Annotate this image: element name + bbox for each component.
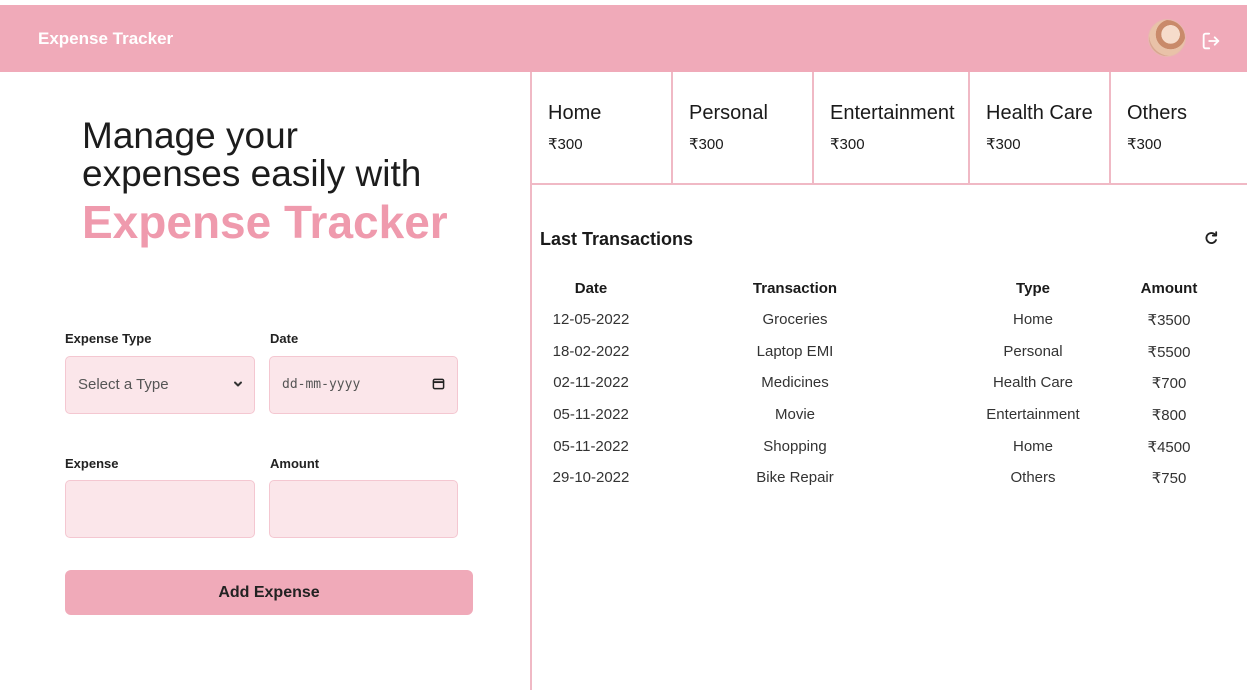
amount-label: Amount	[270, 456, 320, 471]
calendar-icon[interactable]	[432, 377, 445, 390]
cell-type: Home	[1012, 438, 1054, 455]
cell-amount: ₹700	[1151, 375, 1187, 392]
cell-date: 05-11-2022	[553, 438, 629, 455]
category-name: Personal	[689, 102, 768, 124]
add-expense-panel: Manage your expenses easily with Expense…	[0, 72, 530, 690]
column-header-type: Type	[1016, 280, 1050, 297]
amount-input[interactable]	[269, 480, 458, 538]
date-input[interactable]: dd-mm-yyyy	[269, 356, 458, 414]
category-name: Entertainment	[830, 102, 955, 124]
chevron-down-icon	[234, 381, 242, 387]
category-name: Home	[548, 102, 602, 124]
cell-type: Others	[1010, 469, 1056, 486]
category-name: Others	[1127, 102, 1188, 124]
category-card-health-care[interactable]: Health Care ₹300	[970, 72, 1111, 183]
date-label: Date	[270, 331, 299, 346]
expense-input[interactable]	[65, 480, 255, 538]
cell-transaction: Shopping	[763, 438, 827, 455]
column-header-amount: Amount	[1140, 280, 1198, 297]
category-name: Health Care	[986, 102, 1093, 124]
cell-amount: ₹5500	[1147, 344, 1191, 361]
category-card-others[interactable]: Others ₹300	[1111, 72, 1247, 183]
category-amount: ₹300	[689, 136, 724, 153]
app-title[interactable]: Expense Tracker	[38, 29, 173, 49]
cell-transaction: Laptop EMI	[756, 343, 834, 360]
cell-type: Health Care	[992, 374, 1074, 391]
column-header-transaction: Transaction	[752, 280, 838, 297]
category-amount: ₹300	[1127, 136, 1162, 153]
cell-date: 18-02-2022	[552, 343, 630, 360]
hero: Manage your expenses easily with Expense…	[82, 115, 502, 248]
cell-date: 12-05-2022	[552, 311, 630, 328]
category-amount: ₹300	[548, 136, 583, 153]
cell-amount: ₹750	[1151, 470, 1187, 487]
expense-type-label: Expense Type	[65, 331, 152, 346]
category-card-entertainment[interactable]: Entertainment ₹300	[814, 72, 970, 183]
cell-amount: ₹3500	[1147, 312, 1191, 329]
hero-line-1: Manage your	[82, 115, 298, 156]
cell-type: Entertainment	[986, 406, 1080, 423]
cell-date: 29-10-2022	[552, 469, 630, 486]
cell-transaction: Bike Repair	[756, 469, 834, 486]
category-amount: ₹300	[830, 136, 865, 153]
hero-brand: Expense Tracker	[82, 196, 448, 248]
top-bar: Expense Tracker	[0, 5, 1247, 72]
cell-amount: ₹800	[1151, 407, 1187, 424]
cell-transaction: Movie	[774, 406, 816, 423]
category-card-personal[interactable]: Personal ₹300	[673, 72, 814, 183]
expense-type-select[interactable]: Select a Type	[65, 356, 255, 414]
cell-amount: ₹4500	[1147, 439, 1191, 456]
cell-type: Home	[1012, 311, 1054, 328]
refresh-icon[interactable]	[1203, 230, 1219, 246]
expense-type-value: Select a Type	[78, 376, 169, 393]
category-amount: ₹300	[986, 136, 1021, 153]
expense-label: Expense	[65, 456, 119, 471]
date-placeholder: dd-mm-yyyy	[282, 377, 361, 392]
cell-type: Personal	[1003, 343, 1063, 360]
category-card-home[interactable]: Home ₹300	[532, 72, 673, 183]
cell-transaction: Medicines	[761, 374, 829, 391]
category-summary: Home ₹300 Personal ₹300 Entertainment ₹3…	[532, 72, 1247, 185]
cell-date: 05-11-2022	[553, 406, 629, 423]
column-header-date: Date	[574, 280, 608, 297]
transactions-title: Last Transactions	[540, 229, 694, 249]
cell-transaction: Groceries	[762, 311, 828, 328]
logout-icon[interactable]	[1200, 30, 1222, 52]
add-expense-button[interactable]: Add Expense	[65, 570, 473, 615]
hero-line-2: expenses easily with	[82, 153, 422, 194]
user-avatar[interactable]	[1148, 19, 1186, 57]
cell-date: 02-11-2022	[553, 374, 629, 391]
